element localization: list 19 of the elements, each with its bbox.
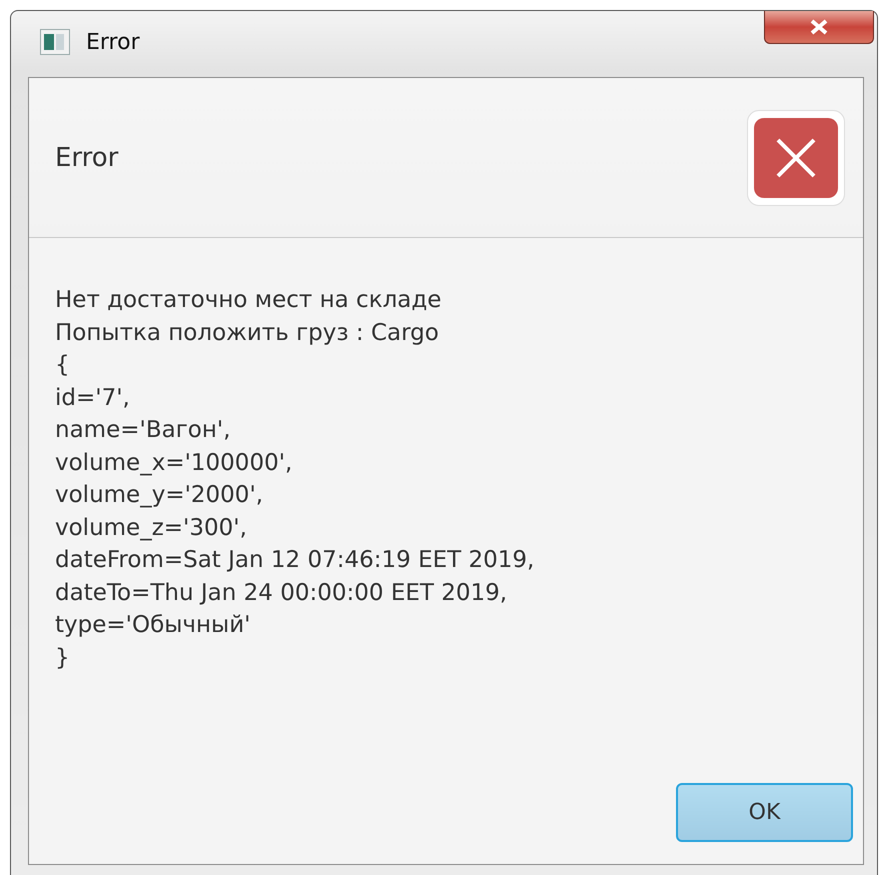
- message-line: type='Обычный': [55, 611, 252, 640]
- message-line: Нет достаточно мест на складе: [55, 286, 442, 315]
- close-icon: [809, 19, 829, 35]
- message-line: {: [55, 351, 71, 380]
- message-line: volume_x='100000',: [55, 448, 294, 478]
- message-line: }: [55, 644, 71, 672]
- ok-button[interactable]: OK: [676, 783, 853, 842]
- window-title: Error: [86, 30, 140, 54]
- error-icon: [747, 110, 845, 206]
- message-line: dateTo=Thu Jan 24 00:00:00 EET 2019,: [55, 578, 508, 608]
- message-line: volume_y='2000',: [55, 481, 264, 510]
- message-line: id='7',: [55, 384, 131, 412]
- message-line: name='Вагон',: [55, 416, 232, 445]
- close-button[interactable]: [764, 11, 874, 44]
- header-title: Error: [55, 142, 118, 172]
- app-icon: [40, 29, 70, 55]
- message-line: Попытка положить груз : Cargo: [55, 318, 440, 348]
- message-line: dateFrom=Sat Jan 12 07:46:19 EET 2019,: [55, 546, 536, 575]
- message-line: volume_z='300',: [55, 514, 248, 542]
